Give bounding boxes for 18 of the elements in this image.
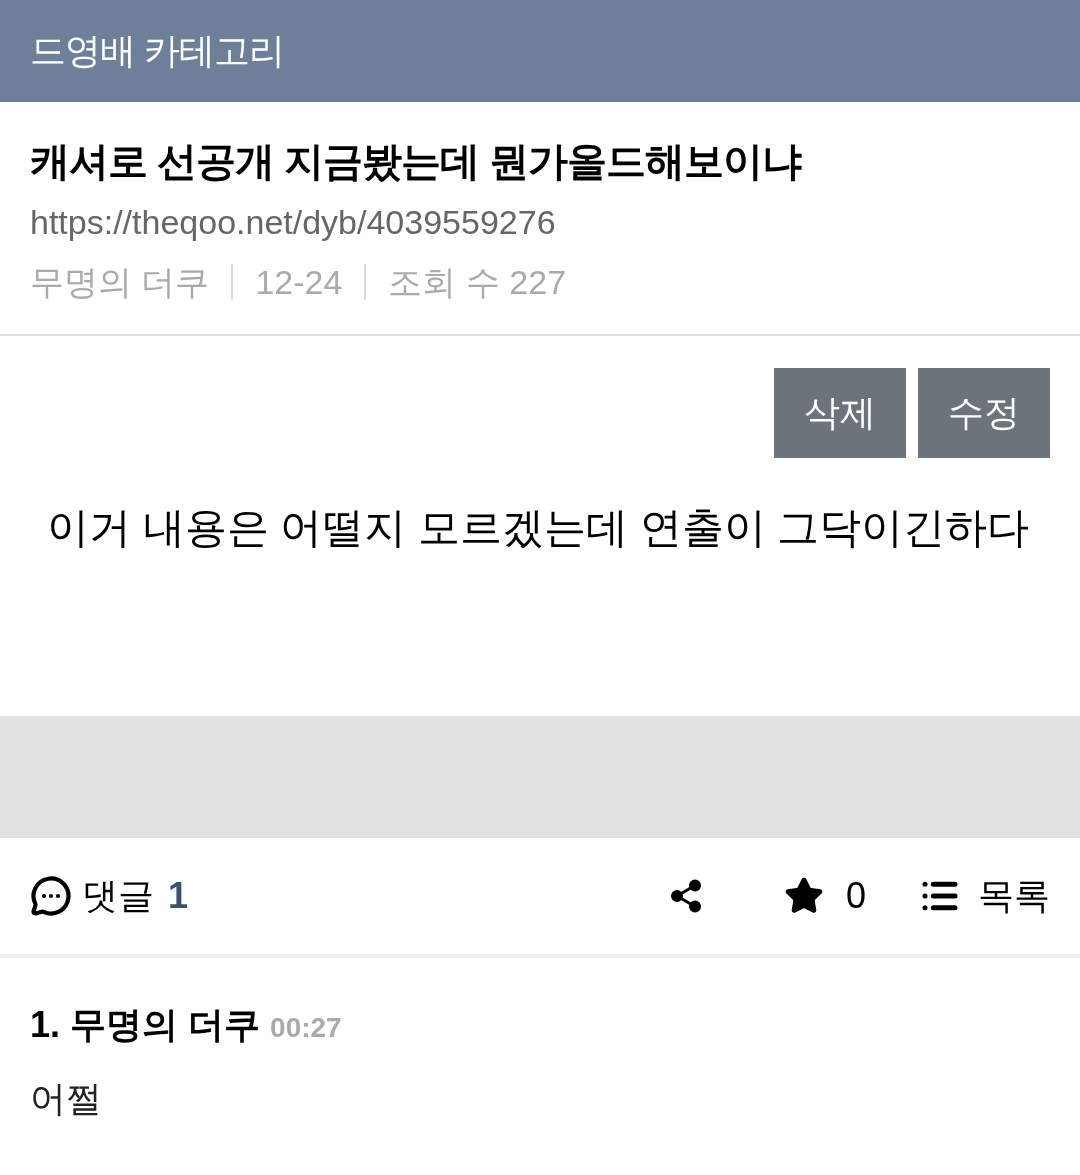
action-button[interactable]: 삭제: [774, 368, 906, 458]
comment-icon: [30, 875, 72, 917]
post-meta: 12-24: [255, 262, 343, 303]
post-meta: 무명의 더쿠: [30, 262, 210, 303]
comment-author: 1. 무명의 더쿠: [30, 1003, 261, 1047]
star-icon[interactable]: [783, 876, 824, 916]
post-title: 캐셔로 선공개 지금봤는데 뭔가올드해보이냐: [30, 138, 803, 185]
comments-label: 댓글: [82, 874, 154, 918]
action-button[interactable]: 수정: [918, 368, 1050, 458]
post-body: 이거 내용은 어떨지 모르겠는데 연출이 그닥이긴하다: [47, 503, 1031, 553]
post-meta: 조회 수 227: [388, 262, 567, 303]
list-label[interactable]: 목록: [978, 869, 1050, 923]
comments-count: 1: [168, 874, 189, 918]
comment-text: 어쩔: [30, 1077, 103, 1121]
comment-time: 00:27: [270, 1011, 342, 1045]
category-title: 드영배 카테고리: [30, 29, 284, 73]
star-count: 0: [845, 874, 866, 918]
post-url[interactable]: https://theqoo.net/dyb/4039559276: [30, 200, 1050, 244]
